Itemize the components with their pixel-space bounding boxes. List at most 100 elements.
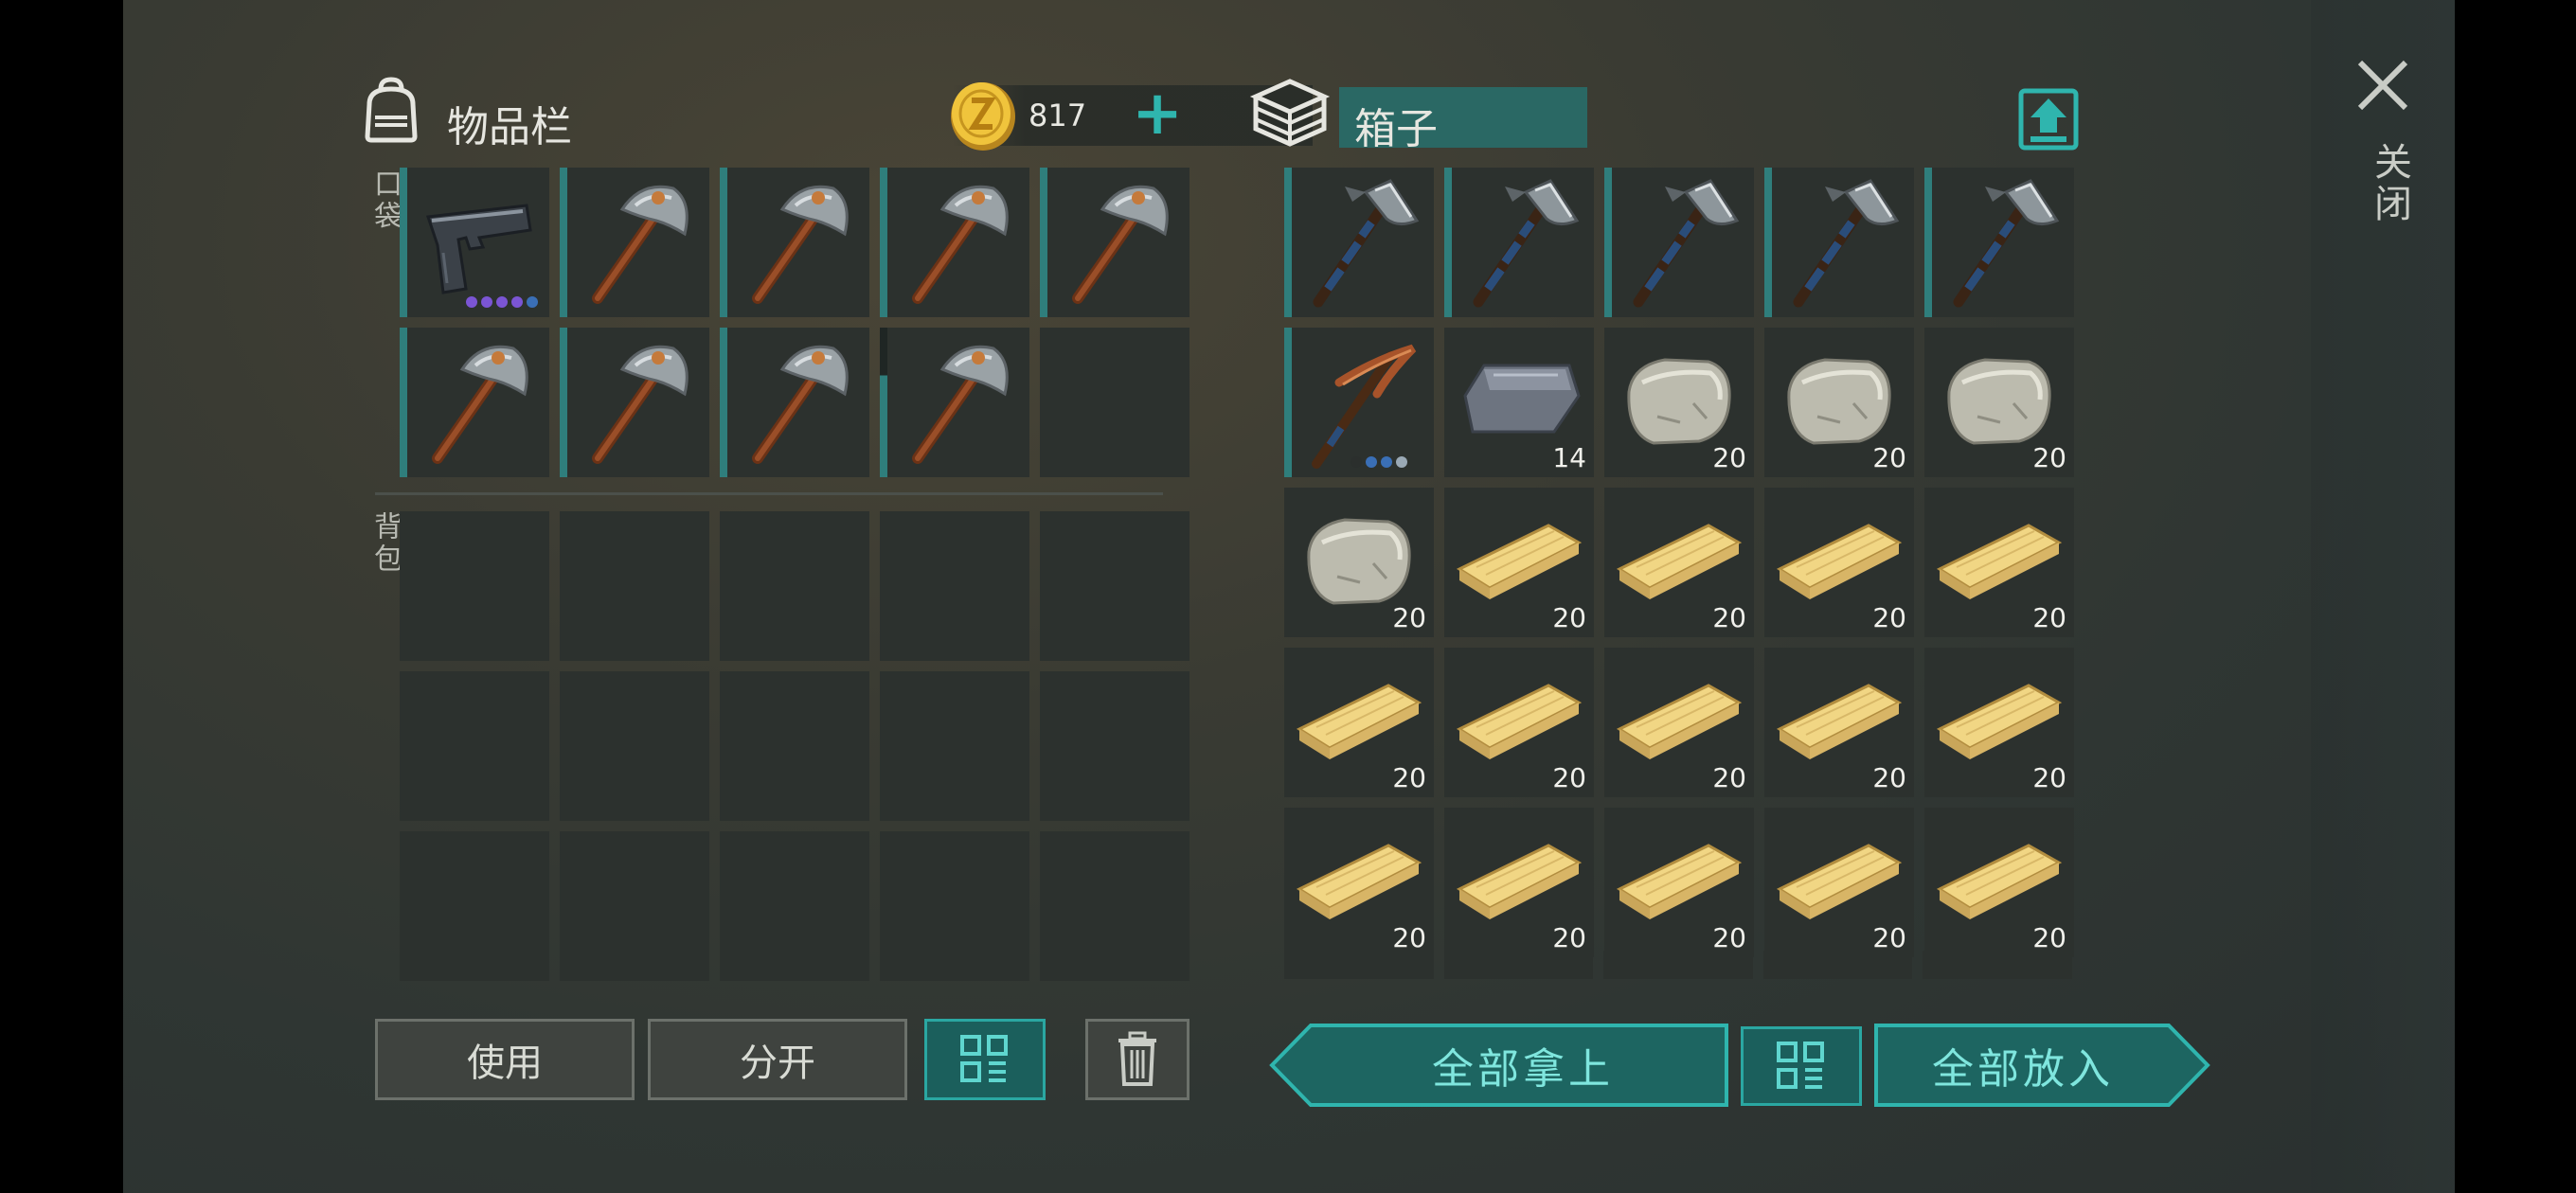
item-slot[interactable] (1040, 168, 1190, 317)
item-count: 20 (1712, 602, 1746, 633)
take-all-button[interactable] (1269, 1023, 1729, 1108)
item-slot[interactable] (560, 671, 709, 821)
item-count: 20 (2032, 602, 2066, 633)
item-slot[interactable] (1040, 328, 1190, 477)
item-slot[interactable]: 20 (1284, 808, 1434, 957)
iron-axe-icon (1633, 179, 1740, 308)
item-slot[interactable]: 20 (1924, 808, 2074, 957)
item-slot[interactable] (400, 168, 549, 317)
item-slot[interactable] (720, 511, 869, 661)
item-slot[interactable] (560, 168, 709, 317)
item-slot[interactable] (880, 671, 1029, 821)
item-slot[interactable] (560, 511, 709, 661)
item-slot[interactable]: 20 (1444, 808, 1594, 957)
sort-box-button[interactable] (1741, 1026, 1862, 1106)
item-slot[interactable]: 20 (1764, 648, 1914, 797)
item-count: 20 (1552, 602, 1586, 633)
item-slot[interactable] (720, 168, 869, 317)
stone-hammer-icon (592, 345, 689, 464)
split-button-label: 分开 (740, 1042, 815, 1085)
stone-hammer-icon (912, 185, 1009, 304)
close-icon[interactable] (2354, 57, 2411, 114)
item-slot[interactable] (880, 831, 1029, 981)
backpack-icon (365, 77, 418, 143)
item-slot[interactable] (1040, 671, 1190, 821)
item-slot[interactable]: 20 (1764, 488, 1914, 637)
item-count: 20 (1392, 762, 1426, 793)
item-slot[interactable]: 20 (1604, 328, 1754, 477)
item-slot[interactable]: 20 (1924, 488, 2074, 637)
trash-button[interactable] (1085, 1019, 1190, 1100)
stone-hammer-icon (912, 345, 1009, 464)
item-count: 20 (1872, 442, 1906, 473)
item-count: 20 (2032, 762, 2066, 793)
stone-hammer-icon (752, 345, 849, 464)
item-slot[interactable] (1284, 168, 1434, 317)
item-slot[interactable] (1284, 328, 1434, 477)
item-slot[interactable] (560, 328, 709, 477)
item-slot[interactable] (560, 831, 709, 981)
item-slot[interactable]: 20 (1604, 648, 1754, 797)
put-all-button[interactable] (1873, 1023, 2210, 1108)
item-slot[interactable]: 20 (1444, 488, 1594, 637)
item-count: 20 (1872, 762, 1906, 793)
item-slot[interactable] (880, 328, 1029, 477)
item-slot[interactable] (400, 831, 549, 981)
item-slot[interactable] (880, 168, 1029, 317)
grid-sort-icon (960, 1035, 1008, 1082)
item-count: 20 (2032, 442, 2066, 473)
divider (375, 492, 1163, 495)
item-count: 20 (2032, 922, 2066, 953)
item-slot[interactable]: 20 (1284, 488, 1434, 637)
stone-hammer-icon (752, 185, 849, 304)
item-slot[interactable] (1764, 168, 1914, 317)
item-slot[interactable]: 20 (1284, 648, 1434, 797)
stone-hammer-icon (1072, 185, 1169, 304)
item-slot[interactable] (720, 831, 869, 981)
upload-icon[interactable] (2017, 87, 2080, 151)
item-slot[interactable]: 20 (1444, 648, 1594, 797)
item-count: 20 (1392, 602, 1426, 633)
item-slot[interactable] (720, 328, 869, 477)
item-slot[interactable]: 20 (1764, 328, 1914, 477)
close-label[interactable]: 关闭 (2362, 142, 2417, 225)
iron-axe-icon (1473, 179, 1580, 308)
item-count: 20 (1392, 922, 1426, 953)
item-slot[interactable]: 20 (1764, 808, 1914, 957)
stone-hammer-icon (432, 345, 528, 464)
item-slot[interactable]: 20 (1604, 488, 1754, 637)
item-slot[interactable]: 14 (1444, 328, 1594, 477)
copper-pickaxe-icon (1312, 344, 1417, 469)
item-slot[interactable]: 20 (1924, 328, 2074, 477)
stone-hammer-icon (592, 185, 689, 304)
item-slot[interactable] (400, 671, 549, 821)
iron-axe-icon (1953, 179, 2060, 308)
iron-axe-icon (1313, 179, 1420, 308)
item-count: 20 (1872, 602, 1906, 633)
item-slot[interactable]: 20 (1604, 808, 1754, 957)
item-slot[interactable] (720, 671, 869, 821)
item-slot[interactable] (880, 511, 1029, 661)
box-icon (1249, 79, 1331, 147)
item-slot[interactable] (1040, 511, 1190, 661)
iron-axe-icon (1793, 179, 1900, 308)
sort-inventory-button[interactable] (924, 1019, 1046, 1100)
item-slot[interactable] (1924, 168, 2074, 317)
item-count: 20 (1552, 922, 1586, 953)
item-slot[interactable] (400, 511, 549, 661)
box-title: 箱子 (1354, 105, 1438, 153)
item-count: 20 (1712, 442, 1746, 473)
coin-count: 817 (1029, 98, 1087, 134)
pistol-icon (425, 204, 532, 294)
trash-icon (1118, 1031, 1156, 1086)
box-name-field[interactable]: 箱子 (1339, 87, 1587, 153)
item-slot[interactable]: 20 (1924, 648, 2074, 797)
add-coins-button[interactable]: + (1129, 83, 1186, 144)
item-slot[interactable] (1444, 168, 1594, 317)
split-button[interactable]: 分开 (648, 1019, 907, 1100)
item-slot[interactable] (1040, 831, 1190, 981)
item-slot[interactable] (1604, 168, 1754, 317)
item-count: 20 (1712, 762, 1746, 793)
item-slot[interactable] (400, 328, 549, 477)
use-button[interactable]: 使用 (375, 1019, 635, 1100)
